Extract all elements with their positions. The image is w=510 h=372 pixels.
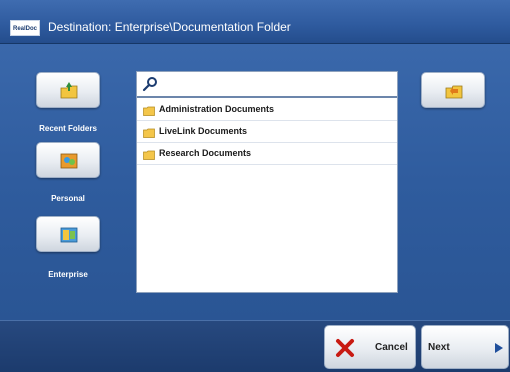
recent-folders-icon	[60, 82, 78, 99]
enterprise-button[interactable]	[36, 216, 100, 252]
arrow-right-icon	[495, 343, 503, 353]
main-area: Recent Folders Personal Enterprise Admin…	[0, 44, 510, 320]
personal-icon	[60, 153, 78, 169]
folder-icon	[143, 106, 155, 116]
search-input[interactable]	[163, 76, 391, 92]
folder-name: Research Documents	[159, 148, 252, 158]
personal-label: Personal	[51, 194, 85, 203]
folder-up-icon	[445, 85, 463, 99]
folder-icon	[143, 128, 155, 138]
personal-button[interactable]	[36, 142, 100, 178]
folder-up-button[interactable]	[421, 72, 485, 108]
cross-icon	[336, 339, 354, 357]
folder-row[interactable]: Research Documents	[137, 144, 397, 165]
title-bar: RealDoc Destination: Enterprise\Document…	[0, 0, 510, 44]
folder-icon	[143, 150, 155, 160]
search-bar	[137, 72, 397, 98]
folder-name: LiveLink Documents	[159, 126, 248, 136]
recent-folders-label: Recent Folders	[39, 124, 97, 133]
recent-folders-button[interactable]	[36, 72, 100, 108]
folder-name: Administration Documents	[159, 104, 275, 114]
cancel-label: Cancel	[375, 342, 408, 353]
enterprise-label: Enterprise	[48, 270, 88, 279]
footer-bar: Cancel Next	[0, 320, 510, 372]
folder-row[interactable]: Administration Documents	[137, 100, 397, 121]
search-icon	[142, 77, 157, 92]
app-logo: RealDoc	[10, 20, 40, 36]
destination-title: Destination: Enterprise\Documentation Fo…	[48, 20, 291, 34]
next-button[interactable]: Next	[421, 325, 509, 369]
folder-row[interactable]: LiveLink Documents	[137, 122, 397, 143]
next-label: Next	[428, 342, 450, 353]
folder-browser: Administration Documents LiveLink Docume…	[136, 71, 398, 293]
cancel-button[interactable]: Cancel	[324, 325, 416, 369]
enterprise-icon	[60, 227, 78, 243]
